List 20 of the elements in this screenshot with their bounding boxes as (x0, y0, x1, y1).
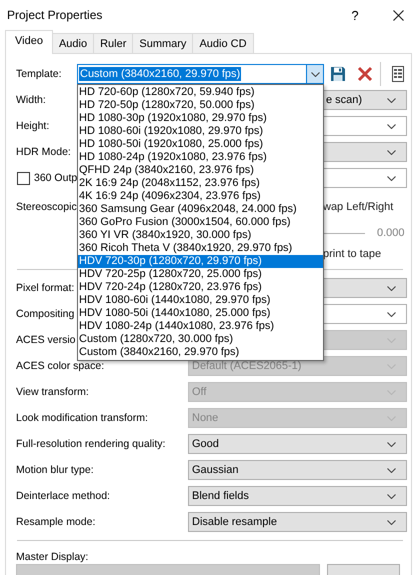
field-label: Resample mode: (16, 516, 96, 528)
section-label: Master Display: (16, 551, 88, 563)
checkbox-label: 360 Outp (34, 172, 78, 184)
field-label: View transform: (16, 386, 89, 398)
checkbox-label: wap Left/Right (323, 201, 394, 213)
field-label: Motion blur type: (16, 464, 94, 476)
field-label: HDR Mode: (16, 146, 71, 158)
field-label: Full-resolution rendering quality: (16, 438, 166, 450)
window-title: Project Properties (7, 8, 104, 22)
field-label: Template: (16, 68, 63, 80)
field-label: Look modification transform: (16, 412, 148, 424)
field-label: Stereoscopic (16, 201, 77, 213)
field-label: Width: (16, 94, 46, 106)
field-label: Pixel format: (16, 282, 74, 294)
field-label: Height: (16, 120, 50, 132)
field-label: Compositing (16, 308, 74, 320)
field-label: ACES versio (16, 334, 76, 346)
slider-reading: 0.000 (377, 227, 405, 239)
field-label: Deinterlace method: (16, 490, 110, 502)
field-label: ACES color space: (16, 360, 104, 372)
